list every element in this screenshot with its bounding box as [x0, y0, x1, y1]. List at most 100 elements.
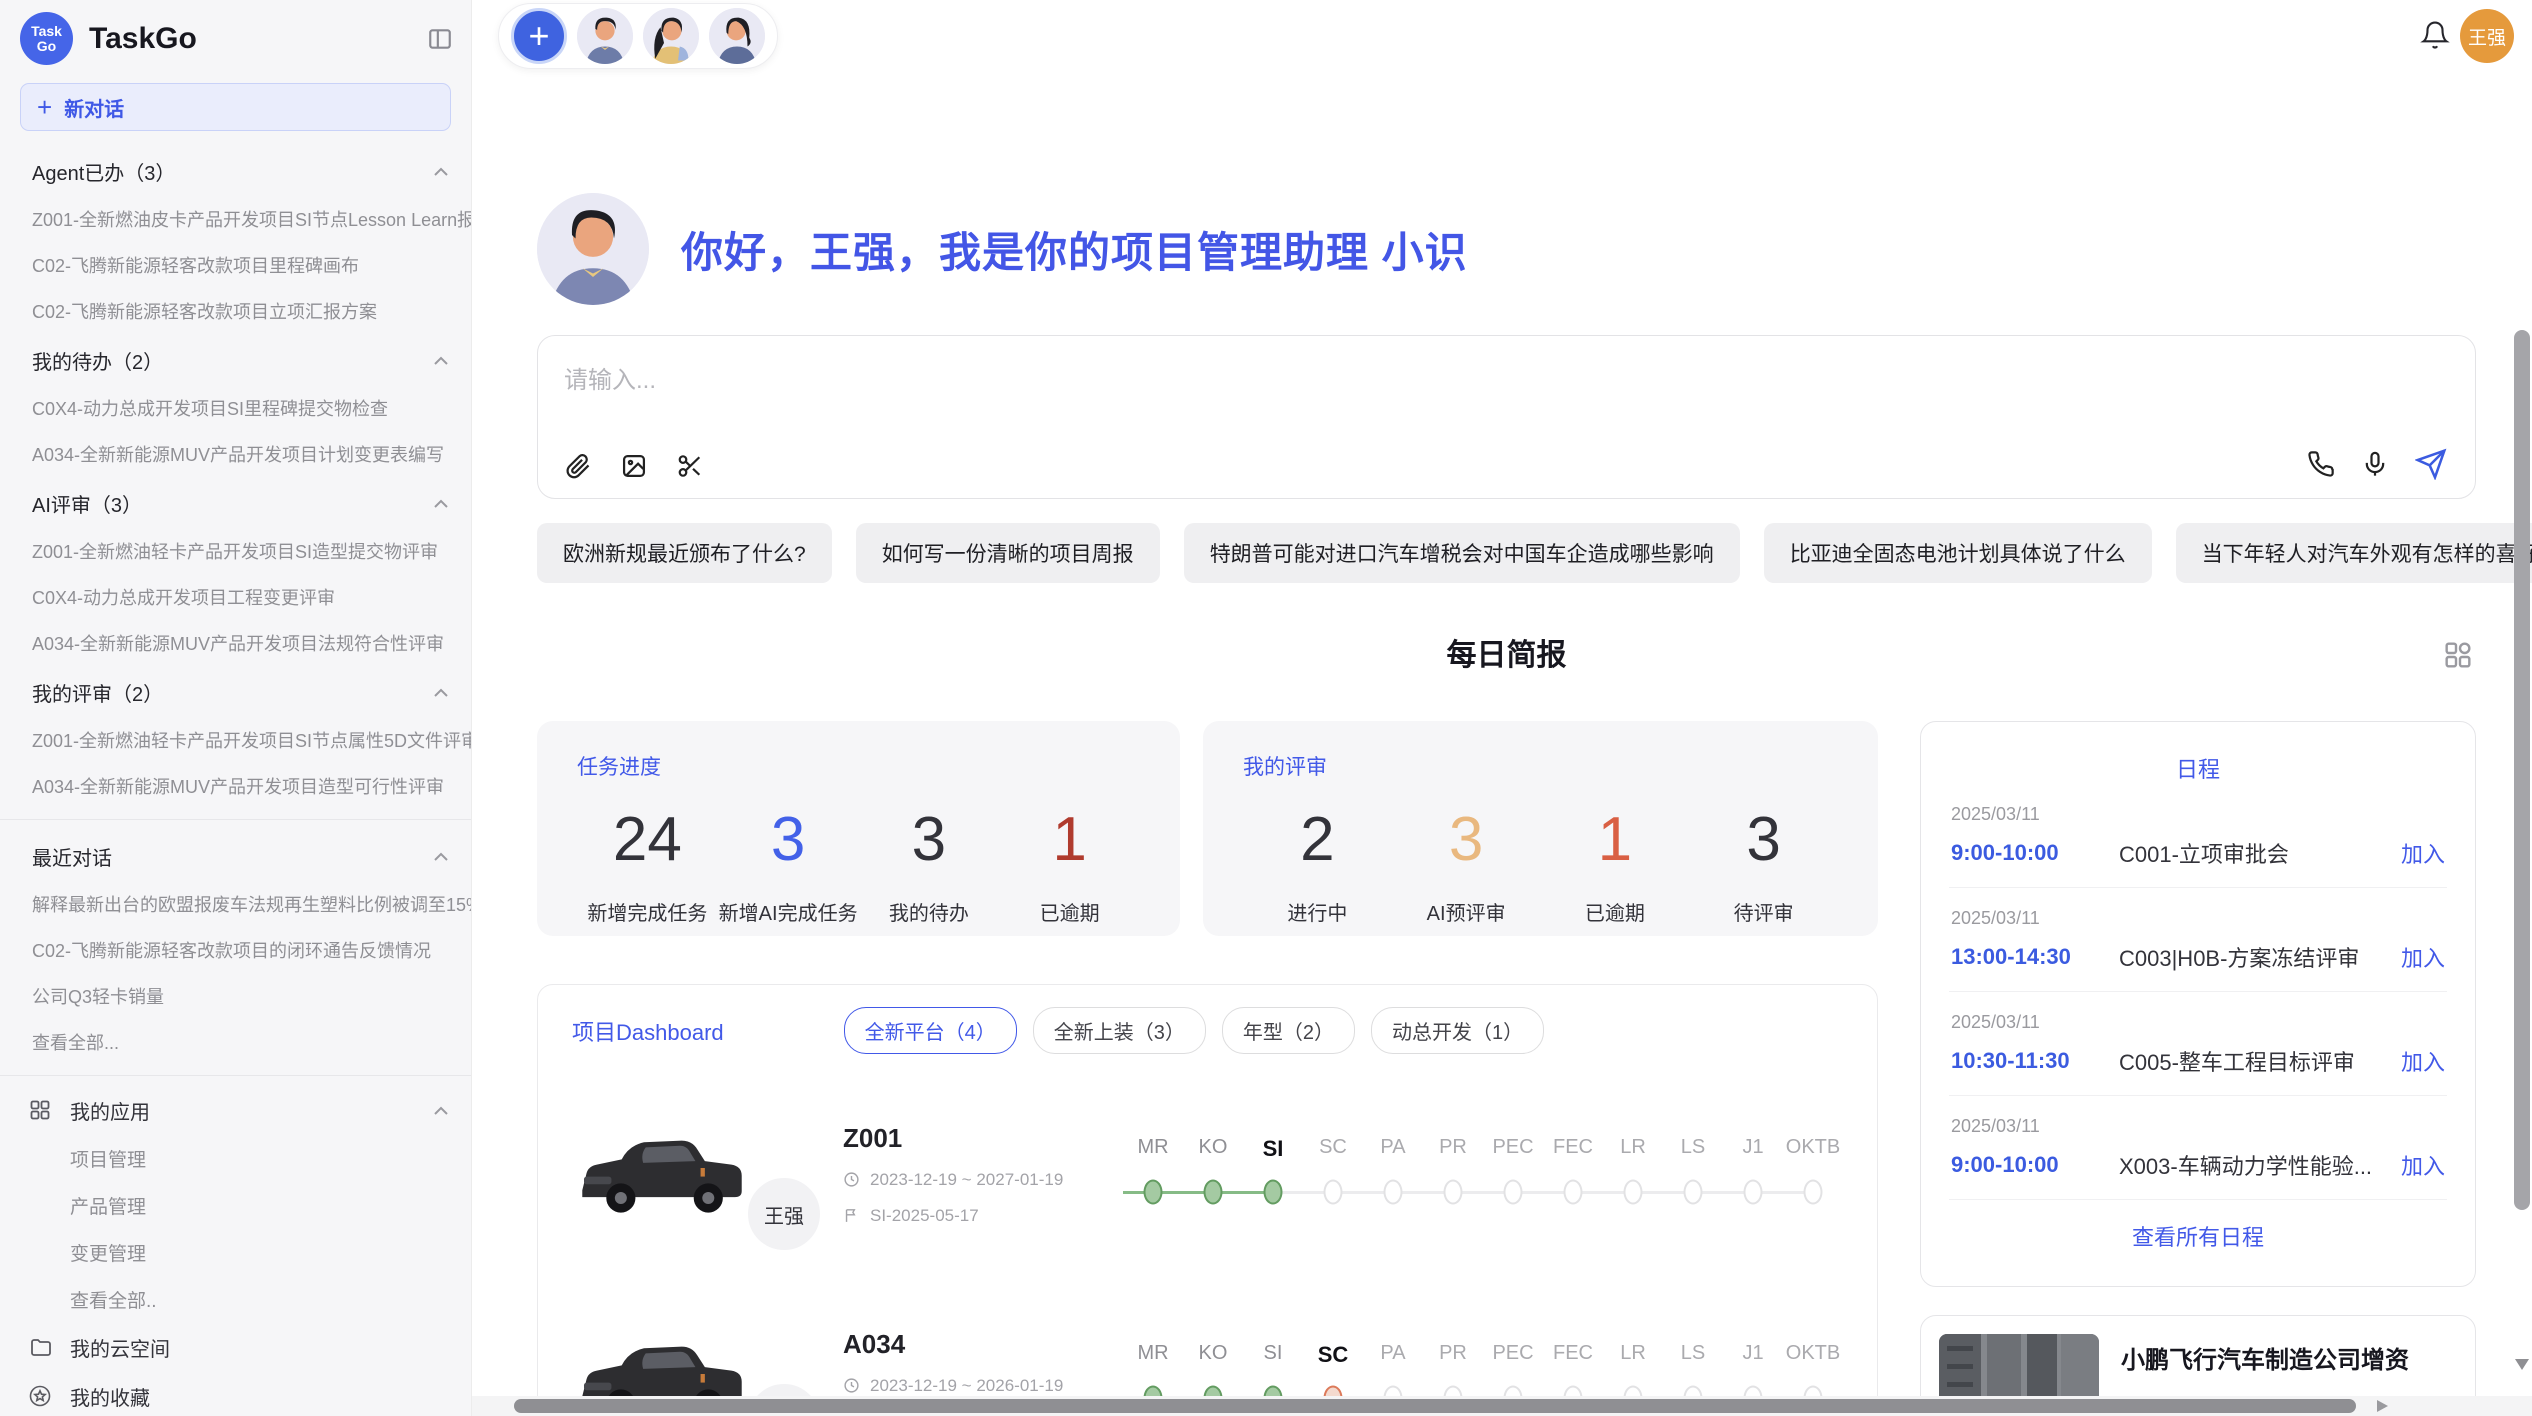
- chevron-up-icon[interactable]: [433, 167, 449, 177]
- tab-model-year[interactable]: 年型（2）: [1222, 1007, 1355, 1054]
- horizontal-scrollbar[interactable]: [472, 1396, 2532, 1416]
- scroll-down-arrow-icon[interactable]: [2515, 1359, 2529, 1370]
- schedule-time: 10:30-11:30: [1951, 1048, 2119, 1074]
- send-icon[interactable]: [2415, 448, 2447, 480]
- project-row[interactable]: 王强 Z001 2023-12-19 ~ 2027-01-19: [572, 1088, 1843, 1260]
- schedule-date: 2025/03/11: [1951, 1012, 2445, 1033]
- sidebar-task-item[interactable]: C02-飞腾新能源轻客改款项目立项汇报方案: [0, 288, 471, 334]
- project-car-image: 王强: [572, 1115, 807, 1233]
- sidebar-task-item[interactable]: A034-全新新能源MUV产品开发项目法规符合性评审: [0, 620, 471, 666]
- sidebar-task-item[interactable]: A034-全新新能源MUV产品开发项目计划变更表编写: [0, 431, 471, 477]
- my-apps-header[interactable]: 我的应用: [0, 1086, 471, 1135]
- assistant-avatar: [537, 193, 649, 305]
- schedule-card: 日程 2025/03/11 9:00-10:00 C001-立项审批会 加入 2…: [1920, 721, 2476, 1287]
- collapse-sidebar-icon[interactable]: [427, 26, 453, 52]
- sidebar-task-item[interactable]: C0X4-动力总成开发项目工程变更评审: [0, 574, 471, 620]
- app-item-project-mgmt[interactable]: 项目管理: [0, 1135, 471, 1182]
- milestone-dot: [1384, 1180, 1403, 1205]
- new-chat-button[interactable]: + 新对话: [20, 83, 451, 131]
- stat-label: 待评审: [1689, 897, 1838, 926]
- suggestion-chip[interactable]: 欧洲新规最近颁布了什么?: [537, 523, 832, 583]
- star-circle-icon: [28, 1384, 54, 1410]
- tab-powertrain[interactable]: 动总开发（1）: [1371, 1007, 1544, 1054]
- section-agent-done[interactable]: Agent已办（3）: [0, 145, 471, 196]
- sidebar-task-item[interactable]: C0X4-动力总成开发项目SI里程碑提交物检查: [0, 385, 471, 431]
- join-link[interactable]: 加入: [2401, 837, 2445, 869]
- sidebar-task-item[interactable]: C02-飞腾新能源轻客改款项目里程碑画布: [0, 242, 471, 288]
- plus-icon: +: [37, 94, 52, 120]
- right-column: 日程 2025/03/11 9:00-10:00 C001-立项审批会 加入 2…: [1920, 721, 2476, 1416]
- schedule-entry: 2025/03/11 13:00-14:30 C003|H0B-方案冻结评审 加…: [1949, 888, 2447, 992]
- join-link[interactable]: 加入: [2401, 1149, 2445, 1181]
- chevron-up-icon[interactable]: [433, 356, 449, 366]
- app-item-product-mgmt[interactable]: 产品管理: [0, 1182, 471, 1229]
- chat-input[interactable]: [538, 336, 1894, 426]
- clock-icon: [843, 1377, 860, 1394]
- view-all-schedule-link[interactable]: 查看所有日程: [1949, 1200, 2447, 1272]
- logo-line1: Task: [31, 24, 62, 39]
- scroll-right-arrow-icon[interactable]: [2377, 1400, 2388, 1412]
- sidebar-task-item[interactable]: Z001-全新燃油皮卡产品开发项目SI节点Lesson Learn报告: [0, 196, 471, 242]
- new-chat-label: 新对话: [64, 93, 124, 122]
- milestone-current: SI: [1243, 1136, 1303, 1212]
- stat-label: 新增完成任务: [577, 897, 718, 926]
- section-recent-chats[interactable]: 最近对话: [0, 830, 471, 881]
- vertical-scrollbar-thumb[interactable]: [2514, 330, 2530, 1210]
- join-link[interactable]: 加入: [2401, 941, 2445, 973]
- section-title: 最近对话: [32, 842, 433, 871]
- my-favorites[interactable]: 我的收藏: [0, 1372, 471, 1416]
- recent-chat-item[interactable]: C02-飞腾新能源轻客改款项目的闭环通告反馈情况: [0, 927, 471, 973]
- section-ai-review[interactable]: AI评审（3）: [0, 477, 471, 528]
- schedule-event-title: C005-整车工程目标评审: [2119, 1045, 2389, 1077]
- milestone-dot: [1324, 1180, 1343, 1205]
- app-item-change-mgmt[interactable]: 变更管理: [0, 1229, 471, 1276]
- project-dates-row: 2023-12-19 ~ 2027-01-19: [843, 1170, 1123, 1190]
- suggestion-chip[interactable]: 比亚迪全固态电池计划具体说了什么: [1764, 523, 2152, 583]
- apps-view-all[interactable]: 查看全部..: [0, 1276, 471, 1323]
- stat-label: 已逾期: [999, 897, 1140, 926]
- section-my-review[interactable]: 我的评审（2）: [0, 666, 471, 717]
- my-cloud-space[interactable]: 我的云空间: [0, 1323, 471, 1372]
- join-link[interactable]: 加入: [2401, 1045, 2445, 1077]
- attachment-icon[interactable]: [564, 452, 592, 480]
- main-area: + 王强 你好，王强，我是你的项目管理助理 小识: [472, 0, 2532, 1416]
- recent-chat-item[interactable]: 公司Q3轻卡销量: [0, 973, 471, 1019]
- recent-view-all[interactable]: 查看全部...: [0, 1019, 471, 1065]
- voice-call-icon[interactable]: [2307, 450, 2335, 478]
- sidebar-task-item[interactable]: Z001-全新燃油轻卡产品开发项目SI造型提交物评审: [0, 528, 471, 574]
- suggestion-chip[interactable]: 如何写一份清晰的项目周报: [856, 523, 1160, 583]
- project-owner-badge: 王强: [743, 1173, 825, 1255]
- horizontal-scrollbar-thumb[interactable]: [514, 1399, 2356, 1413]
- suggestion-chip[interactable]: 当下年轻人对汽车外观有怎样的喜好趋势: [2176, 523, 2532, 583]
- milestone-cells: MR KO SI SC PA PR PEC FEC LR LS: [1123, 1136, 1843, 1212]
- chevron-up-icon[interactable]: [433, 852, 449, 862]
- layout-toggle-icon[interactable]: [2442, 639, 2474, 671]
- stat: 3 新增AI完成任务: [718, 805, 859, 926]
- milestone-dot: [1804, 1180, 1823, 1205]
- section-my-todo[interactable]: 我的待办（2）: [0, 334, 471, 385]
- sidebar-task-item[interactable]: Z001-全新燃油轻卡产品开发项目SI节点属性5D文件评审: [0, 717, 471, 763]
- sidebar-task-item[interactable]: A034-全新新能源MUV产品开发项目造型可行性评审: [0, 763, 471, 809]
- my-favorites-label: 我的收藏: [70, 1382, 449, 1411]
- sidebar: Task Go TaskGo + 新对话 Agent已办（3） Z001-全新燃…: [0, 0, 472, 1416]
- chevron-up-icon[interactable]: [433, 688, 449, 698]
- tab-new-platform[interactable]: 全新平台（4）: [844, 1007, 1017, 1054]
- chevron-up-icon[interactable]: [433, 499, 449, 509]
- microphone-icon[interactable]: [2361, 450, 2389, 478]
- section-title: AI评审（3）: [32, 489, 433, 518]
- stat: 3 我的待办: [859, 805, 1000, 926]
- stat-grid: 2 进行中 3 AI预评审 1 已逾期: [1243, 805, 1838, 926]
- schedule-title: 日程: [1949, 752, 2447, 784]
- tab-new-body[interactable]: 全新上装（3）: [1033, 1007, 1206, 1054]
- recent-chat-item[interactable]: 解释最新出台的欧盟报废车法规再生塑料比例被调至15%...: [0, 881, 471, 927]
- stat-label: 新增AI完成任务: [718, 897, 859, 926]
- card-title: 任务进度: [577, 751, 1140, 781]
- milestone-dot: [1504, 1180, 1523, 1205]
- insert-image-icon[interactable]: [620, 452, 648, 480]
- milestone-dot: [1744, 1180, 1763, 1205]
- stat: 2 进行中: [1243, 805, 1392, 926]
- scissors-icon[interactable]: [676, 452, 704, 480]
- suggestion-chip[interactable]: 特朗普可能对进口汽车增税会对中国车企造成哪些影响: [1184, 523, 1740, 583]
- milestone: SC: [1303, 1136, 1363, 1212]
- chevron-up-icon[interactable]: [433, 1106, 449, 1116]
